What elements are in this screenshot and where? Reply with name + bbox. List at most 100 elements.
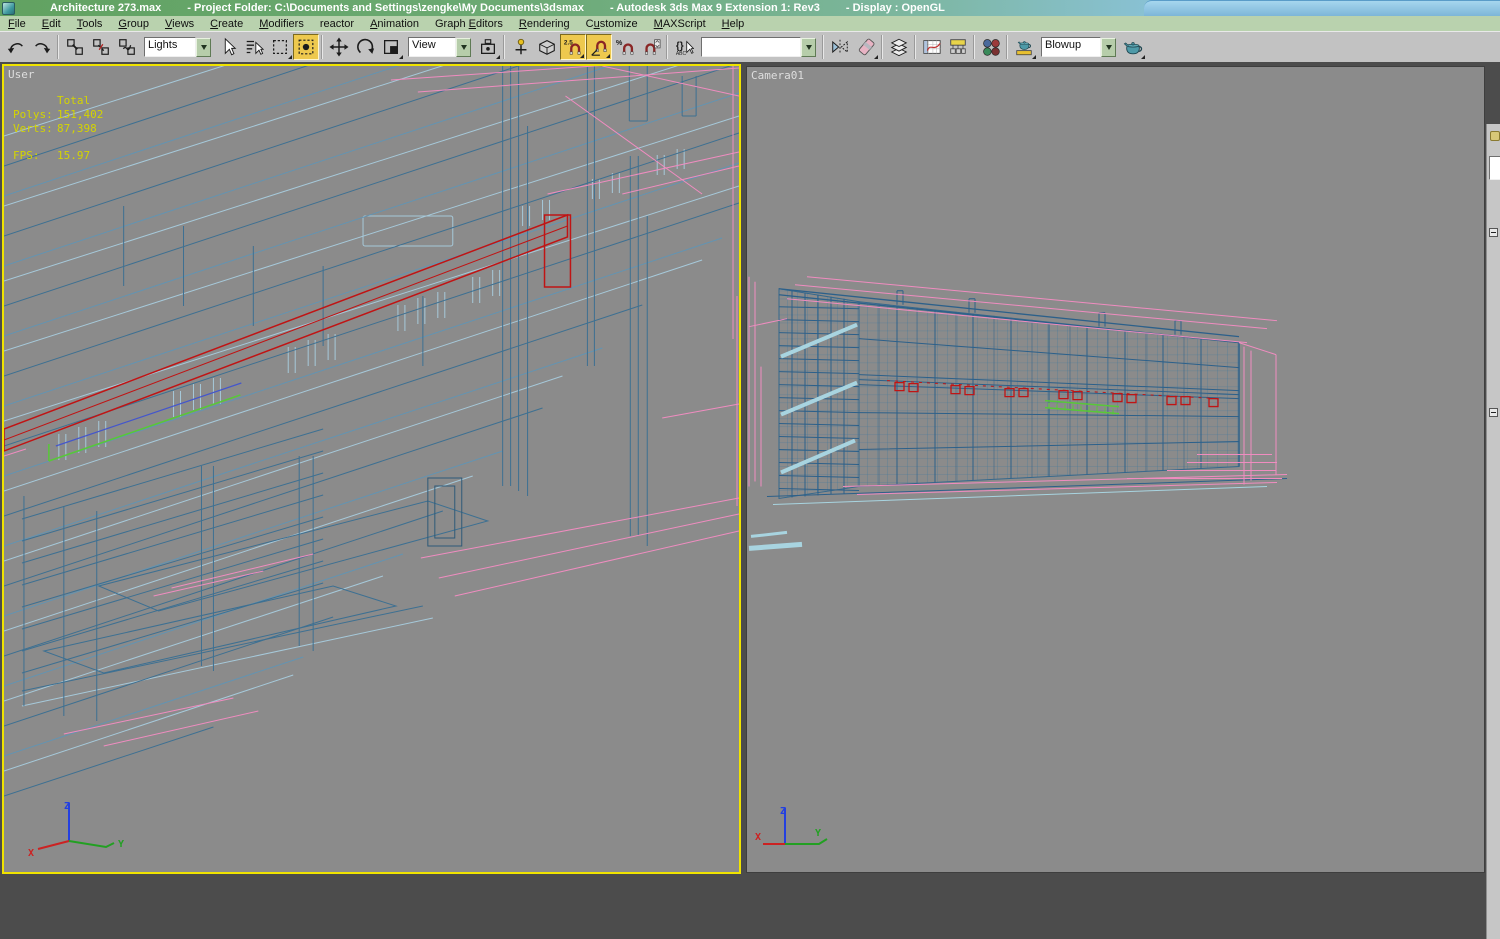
toolbar-separator <box>56 35 61 59</box>
viewport-statistics: Total Polys:151,402 Verts:87,398 FPS:15.… <box>13 94 103 163</box>
named-sets-icon: {}ABC <box>674 37 694 57</box>
select-arrow-icon <box>218 37 238 57</box>
window-title-app-version: - Autodesk 3ds Max 9 Extension 1: Rev3 <box>610 2 820 14</box>
select-and-scale-button[interactable] <box>378 34 404 60</box>
rollout-toggle-fragment[interactable] <box>1489 408 1498 417</box>
select-and-manipulate-button[interactable] <box>508 34 534 60</box>
select-and-rotate-button[interactable] <box>352 34 378 60</box>
camera-viewport-wireframe <box>747 67 1484 872</box>
window-crossing-toggle[interactable] <box>293 34 319 60</box>
stats-verts-row: Verts:87,398 <box>13 122 103 136</box>
menu-item-group[interactable]: Group <box>110 18 157 30</box>
selected-green-edge <box>49 395 240 461</box>
keyboard-override-toggle[interactable] <box>534 34 560 60</box>
window-title-project-folder: - Project Folder: C:\Documents and Setti… <box>187 2 584 14</box>
title-bar: Architecture 273.max - Project Folder: C… <box>0 0 1500 16</box>
viewport-area: User Total Polys:151,402 Verts:87,398 FP… <box>0 62 1500 877</box>
angle-snap-toggle[interactable] <box>586 34 612 60</box>
quick-render-button[interactable] <box>1120 34 1146 60</box>
select-object-button[interactable] <box>215 34 241 60</box>
undo-icon <box>6 37 26 57</box>
select-and-link-button[interactable] <box>62 34 88 60</box>
edit-named-selections-button[interactable]: {}ABC <box>671 34 697 60</box>
viewport-user-label[interactable]: User <box>8 68 35 81</box>
layer-manager-button[interactable] <box>886 34 912 60</box>
redo-button[interactable] <box>29 34 55 60</box>
material-editor-button[interactable] <box>978 34 1004 60</box>
reference-coordsys-arrow[interactable] <box>456 38 471 57</box>
axis-z-label: Z <box>64 801 70 812</box>
mirror-icon <box>830 37 850 57</box>
menu-item-rendering[interactable]: Rendering <box>511 18 578 30</box>
menu-item-help[interactable]: Help <box>714 18 753 30</box>
user-viewport-wireframe <box>4 66 739 872</box>
reference-coordsys-value[interactable]: View <box>408 37 456 57</box>
snaps-toggle-25[interactable]: 2.5 <box>560 34 586 60</box>
select-by-name-button[interactable] <box>241 34 267 60</box>
viewport-camera01[interactable]: Camera01 <box>746 66 1485 873</box>
command-panel-field-fragment[interactable] <box>1489 156 1500 180</box>
align-button[interactable] <box>853 34 879 60</box>
toolbar-separator <box>913 35 918 59</box>
percent-snap-toggle[interactable]: % <box>612 34 638 60</box>
bind-spacewarp-icon <box>117 37 137 57</box>
toolbar-separator <box>821 35 826 59</box>
render-type-dropdown[interactable]: Blowup <box>1041 38 1116 57</box>
app-icon <box>2 2 15 15</box>
snap-percent-icon: % <box>615 37 635 57</box>
spinner-snap-toggle[interactable] <box>638 34 664 60</box>
bind-to-spacewarp-button[interactable] <box>114 34 140 60</box>
curve-editor-button[interactable] <box>919 34 945 60</box>
menu-item-maxscript[interactable]: MAXScript <box>646 18 714 30</box>
window-title-display-driver: - Display : OpenGL <box>846 2 945 14</box>
snap-percent-label: % <box>616 38 623 47</box>
render-scene-dialog-button[interactable] <box>1011 34 1037 60</box>
viewport-camera01-label[interactable]: Camera01 <box>751 69 804 82</box>
undo-button[interactable] <box>3 34 29 60</box>
menu-item-edit[interactable]: Edit <box>34 18 69 30</box>
stats-polys-row: Polys:151,402 <box>13 108 103 122</box>
move-icon <box>329 37 349 57</box>
command-panel-edge[interactable] <box>1486 124 1500 939</box>
render-type-value[interactable]: Blowup <box>1041 37 1101 57</box>
named-selection-value[interactable] <box>701 37 801 57</box>
render-dialog-icon <box>1014 37 1034 57</box>
render-type-arrow[interactable] <box>1101 38 1116 57</box>
pink-helper-lines <box>4 66 739 746</box>
menu-item-tools[interactable]: Tools <box>69 18 111 30</box>
reference-coordsys-dropdown[interactable]: View <box>408 38 471 57</box>
region-select-button[interactable] <box>267 34 293 60</box>
menu-item-graph-editors[interactable]: Graph Editors <box>427 18 511 30</box>
toolbar-separator <box>880 35 885 59</box>
snap-25-icon: 2.5 <box>563 37 583 57</box>
toolbar-separator <box>665 35 670 59</box>
named-selection-dropdown[interactable] <box>701 38 816 57</box>
schematic-view-button[interactable] <box>945 34 971 60</box>
region-select-icon <box>270 37 290 57</box>
selection-filter-dropdown[interactable]: Lights <box>144 38 211 57</box>
select-and-move-button[interactable] <box>326 34 352 60</box>
toolbar-separator <box>502 35 507 59</box>
titlebar-gradient-highlight <box>1144 0 1500 16</box>
menu-item-create[interactable]: Create <box>202 18 251 30</box>
selection-filter-arrow[interactable] <box>196 38 211 57</box>
use-pivot-center-button[interactable] <box>475 34 501 60</box>
menu-item-modifiers[interactable]: Modifiers <box>251 18 312 30</box>
wireframe-pale-lines <box>4 66 739 771</box>
menu-item-animation[interactable]: Animation <box>362 18 427 30</box>
selection-filter-value[interactable]: Lights <box>144 37 196 57</box>
axis-y-label: Y <box>118 839 124 850</box>
unlink-selection-button[interactable] <box>88 34 114 60</box>
stats-fps-row: FPS:15.97 <box>13 149 103 163</box>
named-selection-arrow[interactable] <box>801 38 816 57</box>
menu-item-reactor[interactable]: reactor <box>312 18 362 30</box>
viewport-user[interactable]: User Total Polys:151,402 Verts:87,398 FP… <box>2 64 741 874</box>
menu-item-customize[interactable]: Customize <box>578 18 646 30</box>
selected-red-beam <box>4 215 570 451</box>
rollout-toggle-fragment[interactable] <box>1489 228 1498 237</box>
menu-item-views[interactable]: Views <box>157 18 202 30</box>
mirror-button[interactable] <box>827 34 853 60</box>
menu-item-file[interactable]: File <box>0 18 34 30</box>
main-toolbar: Lights View 2.5 % {}ABC Blowup <box>0 31 1500 62</box>
scale-icon <box>381 37 401 57</box>
